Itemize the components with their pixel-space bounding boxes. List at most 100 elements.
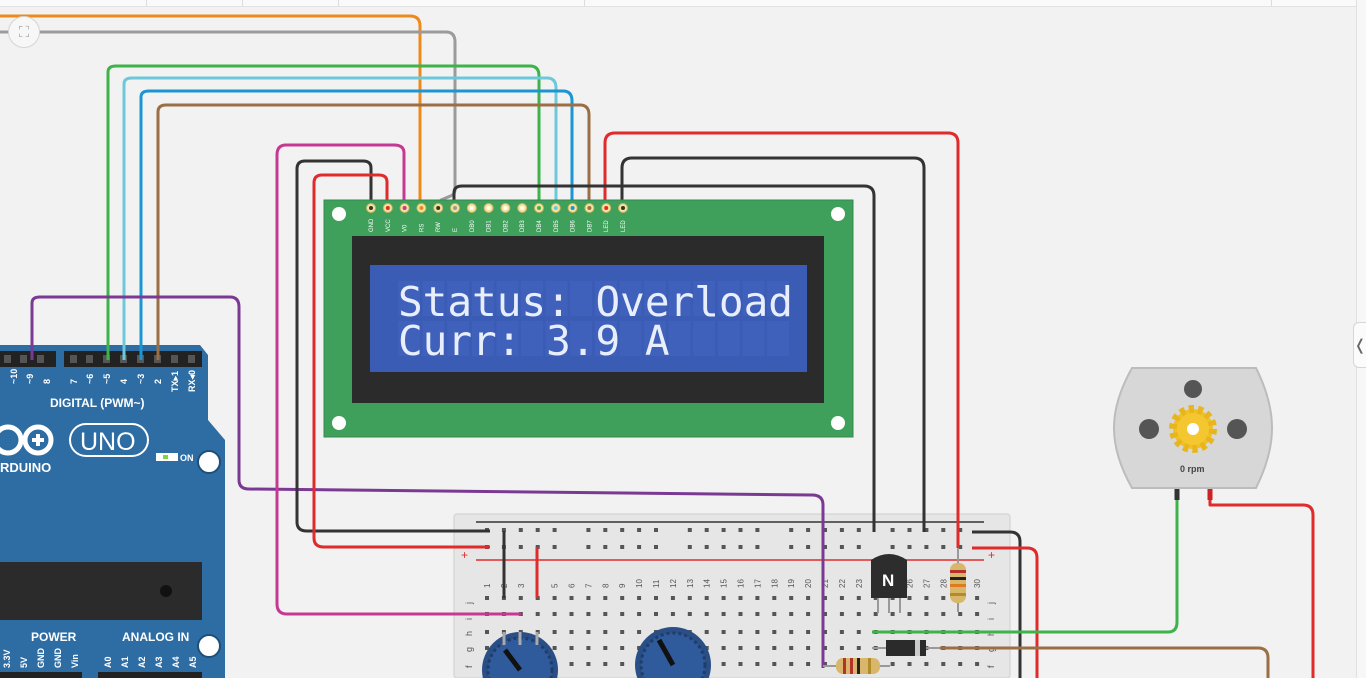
breadboard-hole[interactable] [924, 596, 929, 600]
breadboard-hole[interactable] [806, 646, 811, 650]
breadboard-hole[interactable] [620, 596, 625, 600]
breadboard-hole[interactable] [738, 630, 743, 634]
breadboard-hole[interactable] [603, 646, 608, 650]
breadboard-hole[interactable] [941, 596, 946, 600]
breadboard-hole[interactable] [772, 630, 777, 634]
breadboard-hole[interactable] [721, 545, 726, 549]
circuit-diagram[interactable]: ~10 ~9 8 7 ~6 ~5 4 ~3 2 TX▸1 RX◂0 DIGITA… [0, 0, 1366, 678]
breadboard-hole[interactable] [839, 545, 844, 549]
breadboard-hole[interactable] [518, 596, 523, 600]
breadboard-hole[interactable] [637, 528, 642, 532]
breadboard-hole[interactable] [687, 596, 692, 600]
breadboard-hole[interactable] [890, 612, 895, 616]
breadboard-hole[interactable] [654, 545, 658, 549]
breadboard-hole[interactable] [552, 612, 557, 616]
breadboard-hole[interactable] [654, 612, 658, 616]
breadboard-hole[interactable] [535, 612, 540, 616]
breadboard-hole[interactable] [620, 612, 625, 616]
breadboard-hole[interactable] [789, 596, 794, 600]
breadboard-hole[interactable] [586, 646, 591, 650]
breadboard-hole[interactable] [772, 612, 777, 616]
breadboard-hole[interactable] [620, 528, 625, 532]
breadboard-hole[interactable] [856, 646, 861, 650]
breadboard-hole[interactable] [738, 646, 743, 650]
breadboard-hole[interactable] [721, 528, 726, 532]
breadboard-hole[interactable] [704, 545, 709, 549]
breadboard-hole[interactable] [569, 612, 574, 616]
breadboard-hole[interactable] [518, 545, 523, 549]
breadboard-hole[interactable] [738, 545, 743, 549]
breadboard-hole[interactable] [721, 646, 726, 650]
breadboard-hole[interactable] [839, 612, 844, 616]
breadboard-hole[interactable] [839, 646, 844, 650]
breadboard-hole[interactable] [907, 528, 912, 532]
breadboard-hole[interactable] [839, 596, 844, 600]
breadboard-hole[interactable] [907, 596, 912, 600]
breadboard-hole[interactable] [755, 528, 760, 532]
breadboard-hole[interactable] [772, 646, 777, 650]
lcd-16x2[interactable]: GND VCC V0 RS RW E DB0 DB1 DB2 DB3 DB4 DB5 DB6 DB7 LED… [323, 199, 854, 438]
breadboard-hole[interactable] [654, 528, 658, 532]
breadboard-hole[interactable] [738, 662, 743, 666]
breadboard-hole[interactable] [789, 662, 794, 666]
breadboard-hole[interactable] [637, 596, 642, 600]
breadboard-hole[interactable] [721, 612, 726, 616]
breadboard-hole[interactable] [789, 545, 794, 549]
breadboard-hole[interactable] [924, 612, 929, 616]
breadboard-hole[interactable] [620, 630, 625, 634]
breadboard-hole[interactable] [552, 596, 557, 600]
breadboard-hole[interactable] [789, 528, 794, 532]
breadboard-hole[interactable] [890, 528, 895, 532]
breadboard-hole[interactable] [670, 612, 675, 616]
breadboard-hole[interactable] [839, 528, 844, 532]
wire-orange-rs[interactable] [0, 14, 422, 208]
breadboard-hole[interactable] [721, 630, 726, 634]
breadboard-hole[interactable] [721, 662, 726, 666]
breadboard-hole[interactable] [755, 545, 760, 549]
breadboard-hole[interactable] [586, 612, 591, 616]
breadboard-hole[interactable] [687, 545, 692, 549]
breadboard-hole[interactable] [637, 545, 642, 549]
breadboard-hole[interactable] [806, 662, 811, 666]
wire-red-motor[interactable] [1208, 500, 1315, 678]
breadboard-hole[interactable] [569, 646, 574, 650]
breadboard-hole[interactable] [620, 646, 625, 650]
breadboard-hole[interactable] [654, 596, 658, 600]
breadboard-hole[interactable] [721, 596, 726, 600]
breadboard-hole[interactable] [586, 630, 591, 634]
breadboard-hole[interactable] [586, 596, 591, 600]
breadboard-hole[interactable] [755, 646, 760, 650]
breadboard-hole[interactable] [586, 545, 591, 549]
breadboard-hole[interactable] [552, 646, 557, 650]
breadboard-hole[interactable] [890, 662, 895, 666]
breadboard-hole[interactable] [789, 630, 794, 634]
circuit-canvas[interactable]: ~10 ~9 8 7 ~6 ~5 4 ~3 2 TX▸1 RX◂0 DIGITA… [0, 0, 1366, 678]
breadboard-hole[interactable] [485, 630, 489, 634]
breadboard-hole[interactable] [755, 662, 760, 666]
breadboard-hole[interactable] [704, 612, 709, 616]
breadboard-hole[interactable] [789, 646, 794, 650]
breadboard-hole[interactable] [806, 630, 811, 634]
breadboard-hole[interactable] [687, 612, 692, 616]
breadboard-hole[interactable] [856, 545, 861, 549]
breadboard-hole[interactable] [687, 528, 692, 532]
breadboard-hole[interactable] [738, 612, 743, 616]
dc-motor[interactable]: 0 rpm [1112, 367, 1274, 500]
breadboard-hole[interactable] [518, 528, 523, 532]
breadboard-hole[interactable] [603, 612, 608, 616]
breadboard-hole[interactable] [603, 528, 608, 532]
breadboard-hole[interactable] [569, 662, 574, 666]
breadboard-hole[interactable] [755, 630, 760, 634]
breadboard-hole[interactable] [856, 596, 861, 600]
breadboard-hole[interactable] [958, 662, 963, 666]
breadboard-hole[interactable] [620, 545, 625, 549]
breadboard-hole[interactable] [755, 612, 760, 616]
breadboard-hole[interactable] [907, 662, 912, 666]
breadboard-hole[interactable] [924, 545, 929, 549]
breadboard-hole[interactable] [907, 545, 912, 549]
breadboard-hole[interactable] [569, 630, 574, 634]
breadboard-hole[interactable] [806, 596, 811, 600]
breadboard-hole[interactable] [552, 528, 557, 532]
breadboard-hole[interactable] [603, 596, 608, 600]
breadboard-hole[interactable] [856, 528, 861, 532]
